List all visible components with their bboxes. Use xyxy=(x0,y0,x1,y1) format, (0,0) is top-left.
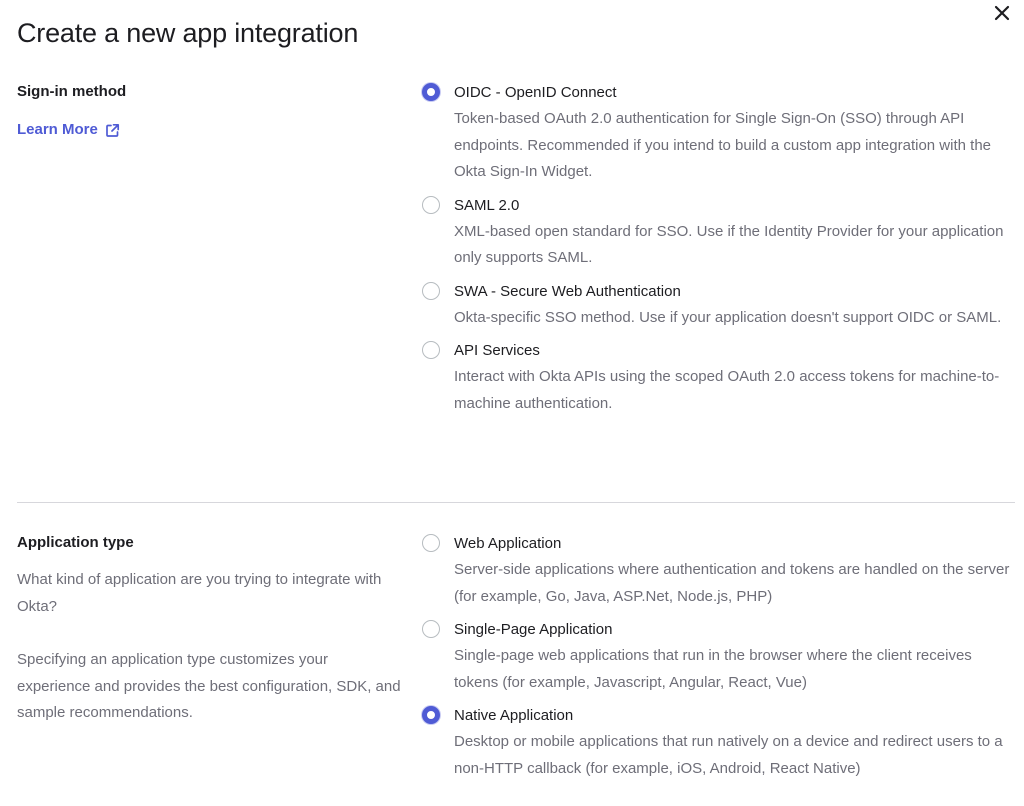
application-type-explanation: Specifying an application type customize… xyxy=(17,651,401,721)
option-label: OIDC - OpenID Connect xyxy=(454,84,617,101)
radio-option-native-application[interactable]: Native Application Desktop or mobile app… xyxy=(422,706,1015,782)
radio-button[interactable] xyxy=(422,281,440,300)
close-button[interactable] xyxy=(990,0,1016,26)
application-type-options: Web Application Server-side applications… xyxy=(422,533,1015,782)
option-description: Server-side applications where authentic… xyxy=(454,561,1010,605)
radio-option-api-services[interactable]: API Services Interact with Okta APIs usi… xyxy=(422,341,1015,417)
radio-button-checked[interactable] xyxy=(422,706,440,724)
radio-button-checked[interactable] xyxy=(422,83,440,101)
option-description: Interact with Okta APIs using the scoped… xyxy=(454,368,1000,412)
option-label: Single-Page Application xyxy=(454,621,613,638)
option-label: Native Application xyxy=(454,707,574,724)
radio-option-single-page-application[interactable]: Single-Page Application Single-page web … xyxy=(422,620,1015,696)
sign-in-method-options: OIDC - OpenID Connect Token-based OAuth … xyxy=(422,82,1015,417)
application-type-info: Application type What kind of applicatio… xyxy=(17,533,402,727)
option-label: Web Application xyxy=(454,535,562,552)
option-description: Okta-specific SSO method. Use if your ap… xyxy=(454,308,1002,326)
option-description: XML-based open standard for SSO. Use if … xyxy=(454,222,1004,267)
option-label: SWA - Secure Web Authentication xyxy=(454,282,681,300)
option-label: SAML 2.0 xyxy=(454,196,520,214)
radio-button[interactable] xyxy=(422,341,440,359)
sign-in-method-heading: Sign-in method xyxy=(17,83,127,100)
option-description: Token-based OAuth 2.0 authentication for… xyxy=(454,110,991,180)
radio-button[interactable] xyxy=(422,534,440,552)
radio-button[interactable] xyxy=(422,195,440,214)
application-type-question: What kind of application are you trying … xyxy=(17,571,382,615)
option-description: Single-page web applications that run in… xyxy=(454,647,972,691)
application-type-heading: Application type xyxy=(17,534,134,551)
page-title: Create a new app integration xyxy=(17,18,359,48)
radio-option-swa[interactable]: SWA - Secure Web Authentication Okta-spe… xyxy=(422,281,1015,332)
option-label: API Services xyxy=(454,342,540,359)
external-link-icon xyxy=(106,123,119,137)
close-icon xyxy=(994,5,1010,21)
learn-more-link[interactable]: Learn More xyxy=(17,120,120,140)
section-divider xyxy=(17,502,1015,503)
option-description: Desktop or mobile applications that run … xyxy=(454,733,1003,777)
learn-more-label: Learn More xyxy=(17,121,98,138)
radio-option-saml[interactable]: SAML 2.0 XML-based open standard for SSO… xyxy=(422,195,1015,272)
radio-button[interactable] xyxy=(422,620,440,638)
app-integration-dialog: Create a new app integration Sign-in met… xyxy=(0,0,1024,806)
sign-in-method-info: Sign-in method Learn More xyxy=(17,82,402,140)
radio-option-oidc[interactable]: OIDC - OpenID Connect Token-based OAuth … xyxy=(422,83,1015,186)
radio-option-web-application[interactable]: Web Application Server-side applications… xyxy=(422,534,1015,610)
